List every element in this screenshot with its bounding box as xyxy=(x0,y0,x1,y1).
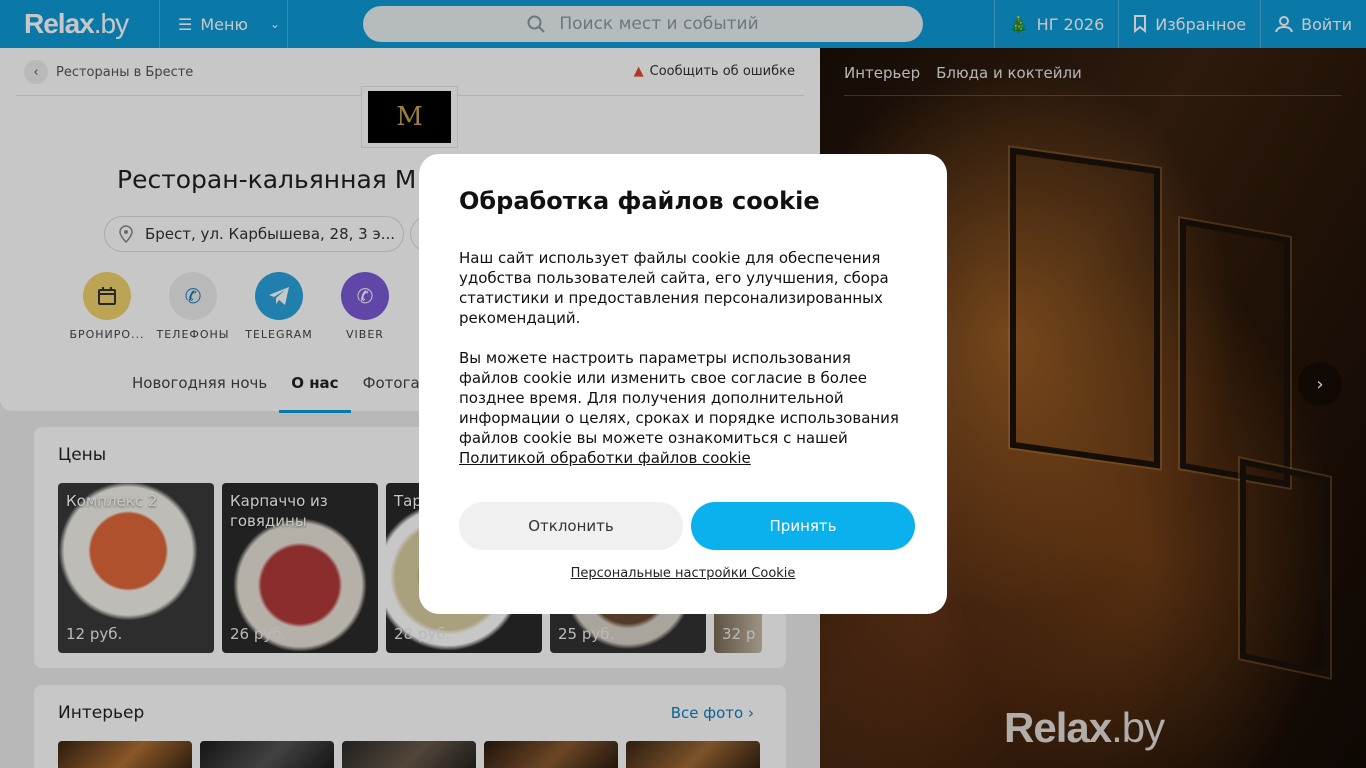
cookie-paragraph-2: Вы можете настроить параметры использова… xyxy=(459,348,907,468)
cookie-text: Наш сайт использует файлы cookie для обе… xyxy=(459,248,907,468)
cookie-paragraph-2-text: Вы можете настроить параметры использова… xyxy=(459,349,899,447)
decline-button[interactable]: Отклонить xyxy=(459,502,683,550)
accept-button[interactable]: Принять xyxy=(691,502,915,550)
cookie-buttons: Отклонить Принять xyxy=(459,502,915,550)
cookie-policy-link[interactable]: Политикой обработки файлов cookie xyxy=(459,449,751,467)
cookie-paragraph-1: Наш сайт использует файлы cookie для обе… xyxy=(459,249,889,327)
cookie-dialog: Обработка файлов cookie Наш сайт использ… xyxy=(419,154,947,614)
cookie-settings-link[interactable]: Персональные настройки Cookie xyxy=(419,566,947,581)
cookie-title: Обработка файлов cookie xyxy=(459,187,820,215)
